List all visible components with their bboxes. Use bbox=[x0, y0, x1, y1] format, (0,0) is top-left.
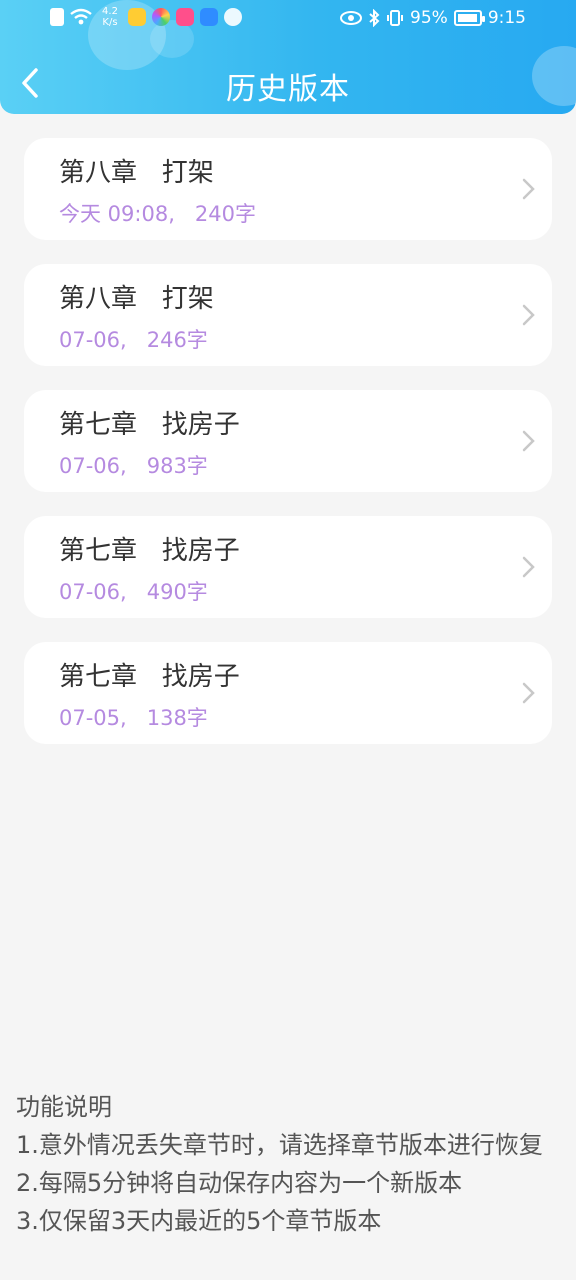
chevron-right-icon bbox=[522, 556, 535, 578]
wechat-icon bbox=[224, 8, 242, 26]
version-meta: 07-05, 138字 bbox=[59, 706, 208, 730]
chevron-right-icon bbox=[522, 682, 535, 704]
chapter-title: 第七章 找房子 bbox=[59, 410, 240, 440]
version-meta: 07-06, 983字 bbox=[59, 454, 208, 478]
version-list: 第八章 打架 今天 09:08, 240字 第八章 打架 07-06, 246字… bbox=[24, 138, 552, 768]
notes-line: 3.仅保留3天内最近的5个章节版本 bbox=[16, 1207, 382, 1235]
bluetooth-icon bbox=[369, 9, 380, 27]
version-item[interactable]: 第七章 找房子 07-05, 138字 bbox=[24, 642, 552, 744]
feature-notes: 功能说明 1.意外情况丢失章节时，请选择章节版本进行恢复 2.每隔5分钟将自动保… bbox=[16, 1088, 566, 1240]
clock: 9:15 bbox=[487, 8, 526, 28]
chapter-title: 第八章 打架 bbox=[59, 158, 214, 188]
status-bar: 4.2 K/s 95% 9:15 bbox=[0, 0, 576, 40]
emoji-app-icon bbox=[128, 8, 146, 26]
net-speed-unit: K/s bbox=[102, 17, 118, 28]
version-item[interactable]: 第七章 找房子 07-06, 490字 bbox=[24, 516, 552, 618]
version-meta: 今天 09:08, 240字 bbox=[59, 202, 256, 226]
chapter-title: 第七章 找房子 bbox=[59, 662, 240, 692]
wifi-icon bbox=[70, 8, 92, 25]
notes-line: 1.意外情况丢失章节时，请选择章节版本进行恢复 bbox=[16, 1131, 543, 1159]
chevron-right-icon bbox=[522, 178, 535, 200]
search-app-icon bbox=[200, 8, 218, 26]
version-item[interactable]: 第八章 打架 今天 09:08, 240字 bbox=[24, 138, 552, 240]
page-title: 历史版本 bbox=[226, 72, 350, 107]
vibrate-icon bbox=[387, 10, 404, 26]
photo-app-icon bbox=[176, 8, 194, 26]
version-meta: 07-06, 246字 bbox=[59, 328, 208, 352]
chapter-title: 第八章 打架 bbox=[59, 284, 214, 314]
eye-icon bbox=[340, 11, 363, 25]
color-app-icon bbox=[152, 8, 170, 26]
version-meta: 07-06, 490字 bbox=[59, 580, 208, 604]
notes-line: 2.每隔5分钟将自动保存内容为一个新版本 bbox=[16, 1169, 463, 1197]
alert-icon bbox=[50, 8, 64, 26]
chevron-right-icon bbox=[522, 304, 535, 326]
app-header: 4.2 K/s 95% 9:15 历史版本 bbox=[0, 0, 576, 114]
version-item[interactable]: 第八章 打架 07-06, 246字 bbox=[24, 264, 552, 366]
net-speed-value: 4.2 bbox=[102, 6, 118, 17]
battery-icon bbox=[453, 10, 485, 26]
status-left: 4.2 K/s bbox=[50, 6, 242, 28]
network-speed: 4.2 K/s bbox=[98, 6, 122, 28]
version-item[interactable]: 第七章 找房子 07-06, 983字 bbox=[24, 390, 552, 492]
notes-heading: 功能说明 bbox=[16, 1093, 112, 1121]
status-right: 95% 9:15 bbox=[340, 8, 526, 28]
battery-percent: 95% bbox=[410, 8, 448, 28]
chevron-right-icon bbox=[522, 430, 535, 452]
chapter-title: 第七章 找房子 bbox=[59, 536, 240, 566]
